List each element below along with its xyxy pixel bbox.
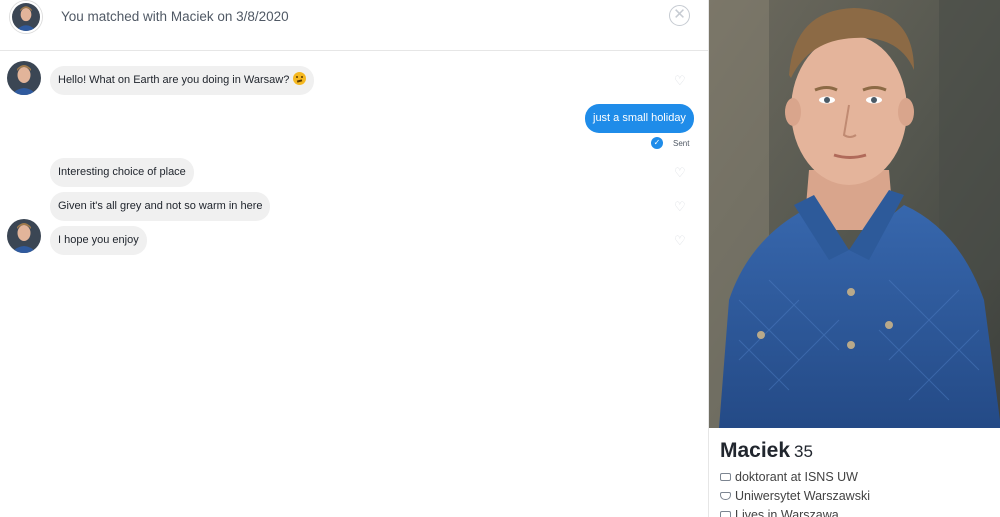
like-heart-icon[interactable]: ♡ bbox=[674, 166, 687, 179]
match-avatar[interactable] bbox=[10, 1, 42, 33]
profile-age: 35 bbox=[794, 442, 813, 461]
message-bubble[interactable]: I hope you enjoy bbox=[50, 226, 147, 255]
profile-name-row: Maciek 35 bbox=[720, 439, 813, 463]
avatar-image bbox=[7, 61, 41, 95]
chat-header: You matched with Maciek on 3/8/2020 ✕ bbox=[0, 0, 708, 51]
match-info-text: You matched with Maciek on 3/8/2020 bbox=[61, 9, 289, 24]
message-bubble-sent[interactable]: just a small holiday bbox=[585, 104, 694, 133]
profile-job: doktorant at ISNS UW bbox=[720, 470, 858, 484]
profile-school-text: Uniwersytet Warszawski bbox=[735, 489, 870, 503]
like-heart-icon[interactable]: ♡ bbox=[674, 200, 687, 213]
close-icon[interactable]: ✕ bbox=[669, 5, 690, 26]
thinking-face-icon bbox=[293, 72, 307, 85]
graduation-cap-icon bbox=[720, 492, 731, 500]
sent-status: ✓ Sent bbox=[651, 137, 689, 149]
message-text: I hope you enjoy bbox=[58, 234, 139, 246]
like-heart-icon[interactable]: ♡ bbox=[674, 74, 687, 87]
message-bubble[interactable]: Given it's all grey and not so warm in h… bbox=[50, 192, 271, 221]
profile-photo[interactable] bbox=[709, 0, 1000, 428]
like-heart-icon[interactable]: ♡ bbox=[674, 234, 687, 247]
profile-school: Uniwersytet Warszawski bbox=[720, 489, 870, 503]
profile-name: Maciek bbox=[720, 439, 791, 462]
sender-avatar[interactable] bbox=[7, 219, 41, 253]
message-bubble[interactable]: Interesting choice of place bbox=[50, 158, 194, 187]
chat-panel: You matched with Maciek on 3/8/2020 ✕ He… bbox=[0, 0, 708, 517]
message-text: Hello! What on Earth are you doing in Wa… bbox=[58, 74, 290, 86]
profile-job-text: doktorant at ISNS UW bbox=[735, 470, 858, 484]
profile-photo-image bbox=[709, 0, 1000, 428]
profile-panel: Maciek 35 doktorant at ISNS UW Uniwersyte… bbox=[708, 0, 1000, 517]
message-text: just a small holiday bbox=[593, 112, 686, 124]
home-icon bbox=[720, 511, 731, 517]
message-text: Given it's all grey and not so warm in h… bbox=[58, 200, 263, 212]
sent-status-text: Sent bbox=[673, 138, 690, 148]
profile-location-text: Lives in Warszawa bbox=[735, 508, 839, 517]
avatar-image bbox=[7, 219, 41, 253]
check-icon: ✓ bbox=[651, 137, 663, 149]
avatar-image bbox=[12, 3, 40, 31]
message-text: Interesting choice of place bbox=[58, 166, 186, 178]
profile-location: Lives in Warszawa bbox=[720, 508, 839, 517]
briefcase-icon bbox=[720, 473, 731, 481]
message-bubble[interactable]: Hello! What on Earth are you doing in Wa… bbox=[50, 66, 315, 95]
sender-avatar[interactable] bbox=[7, 61, 41, 95]
